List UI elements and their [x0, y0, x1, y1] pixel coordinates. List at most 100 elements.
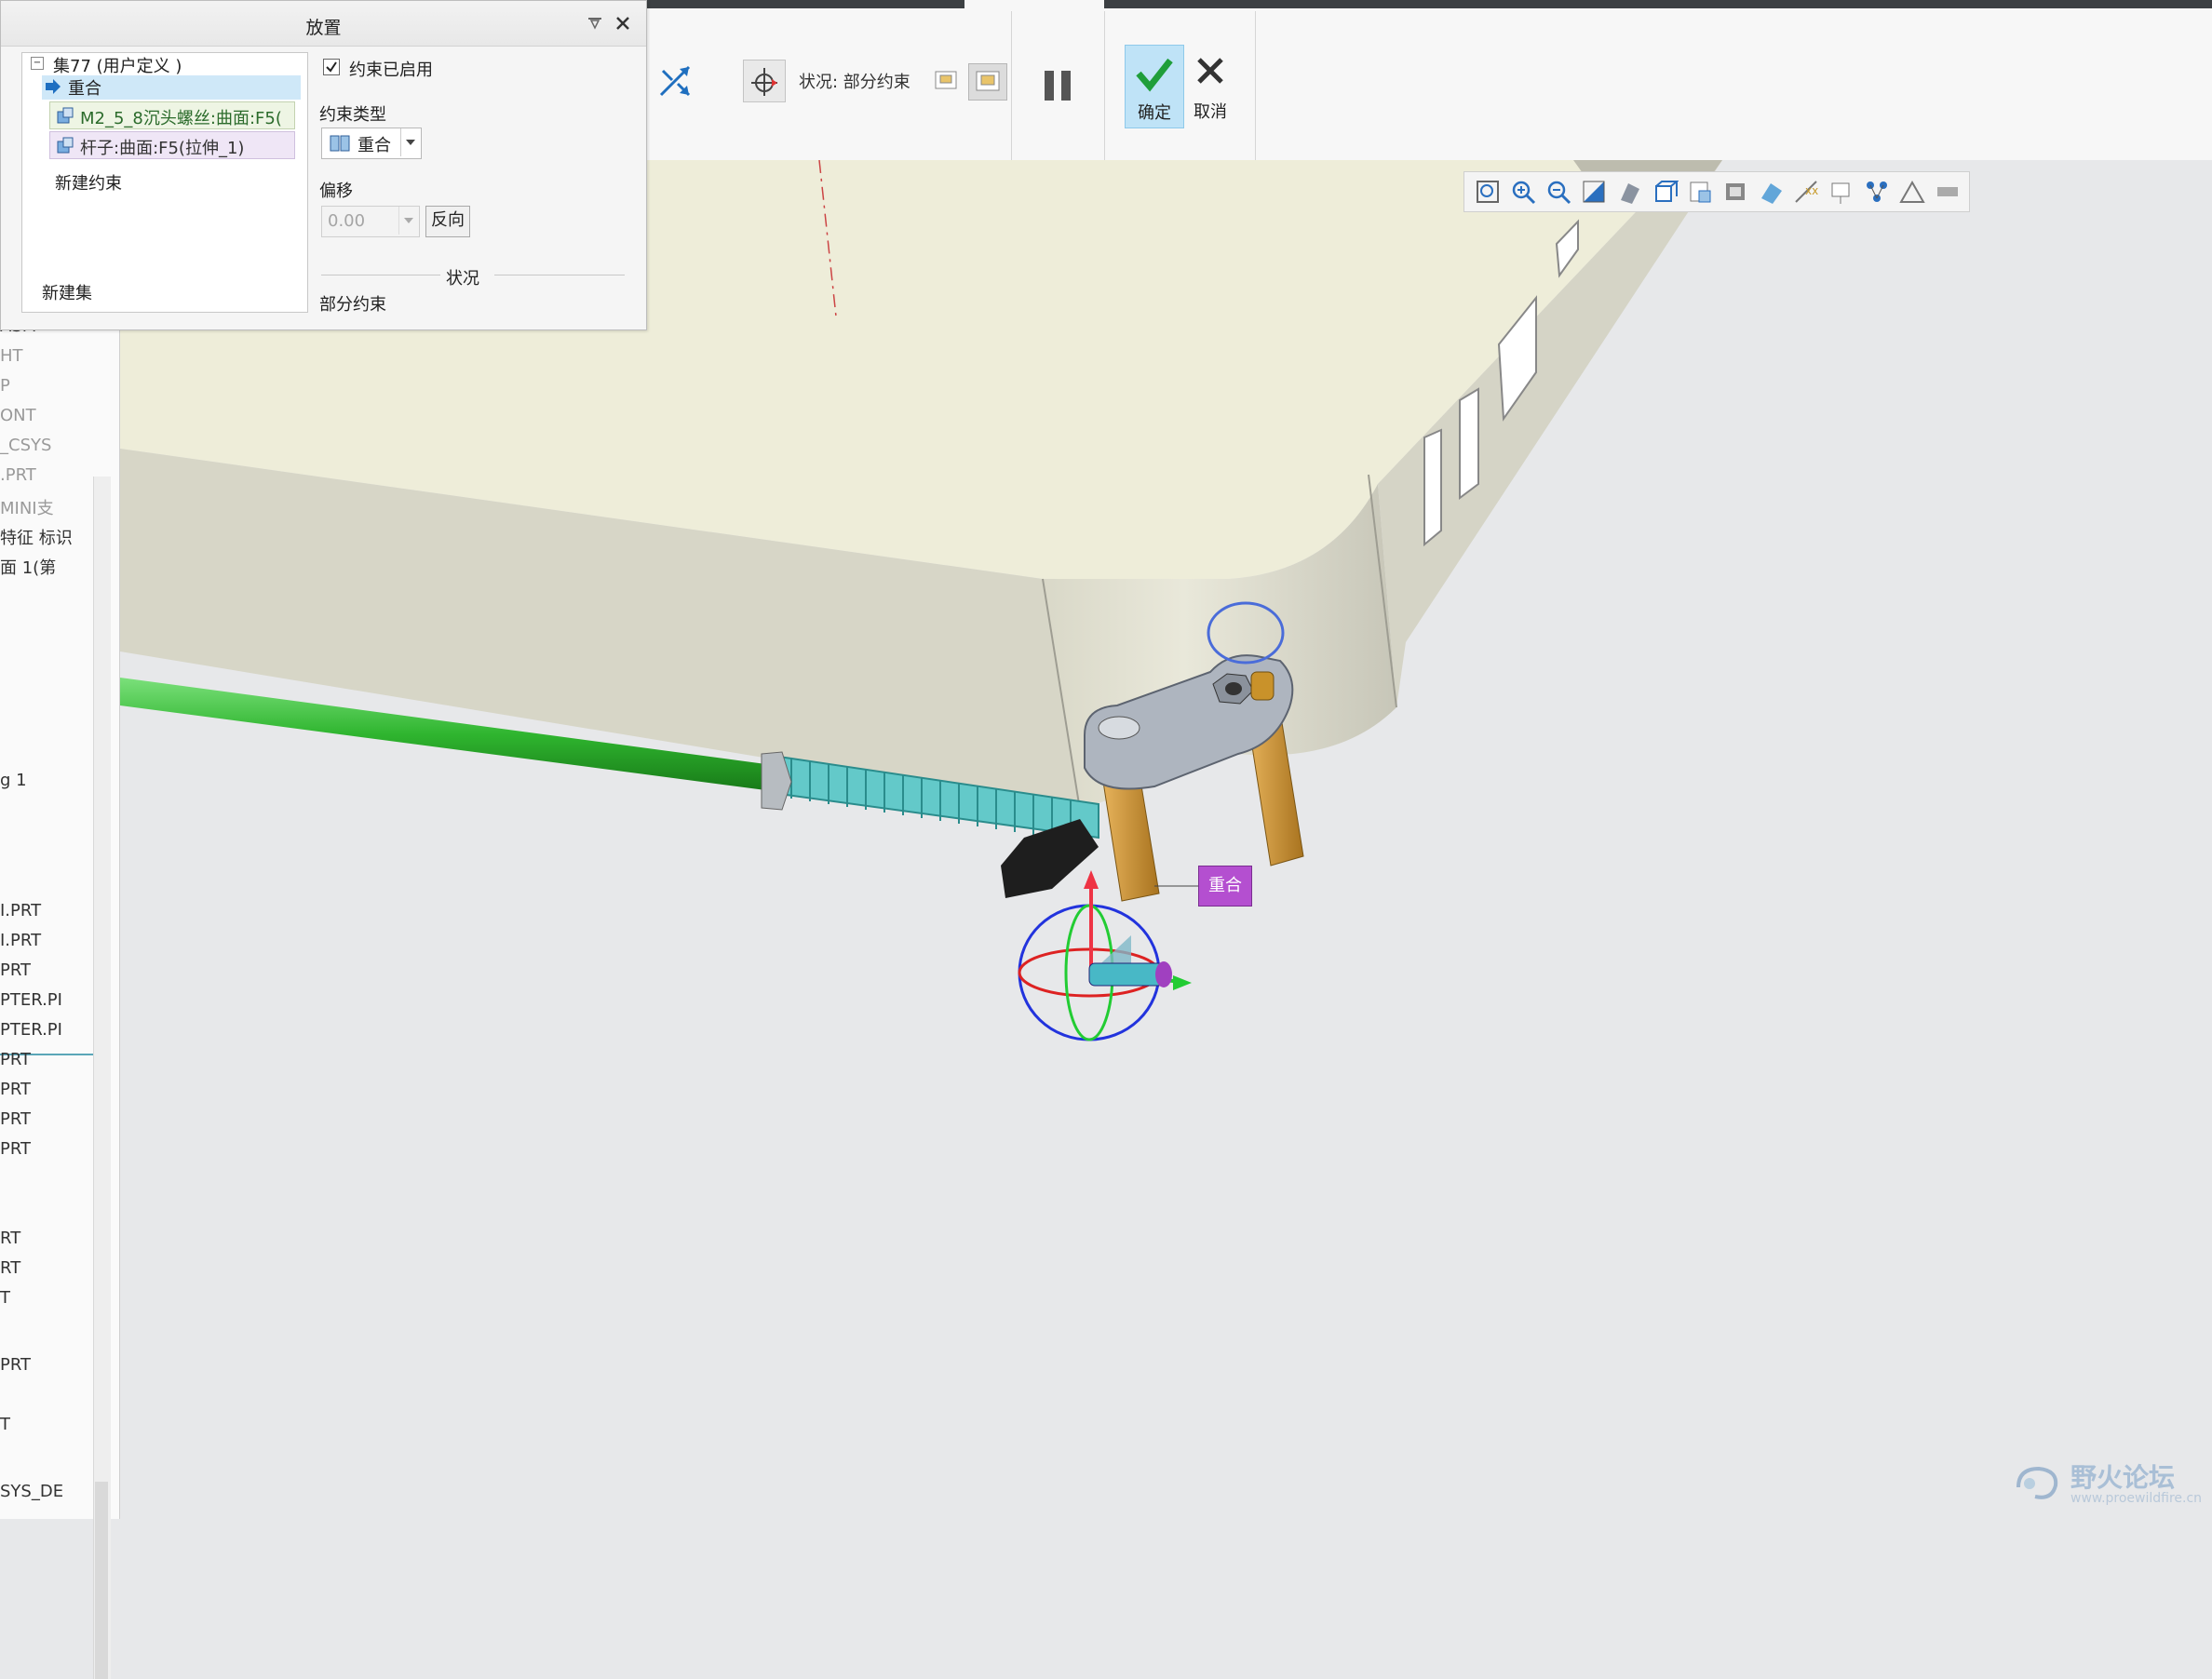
tree-item[interactable]: I.PRT — [0, 901, 41, 920]
dialog-titlebar[interactable]: 放置 — [1, 1, 646, 47]
reference-component-text: M2_5_8沉头螺丝:曲面:F5( — [80, 109, 282, 128]
constraint-type-select[interactable]: 重合 — [321, 128, 422, 159]
chevron-down-icon[interactable] — [398, 207, 418, 235]
status-value: 部分约束 — [319, 295, 386, 315]
close-icon[interactable] — [614, 14, 632, 33]
tree-item[interactable]: MINI支 — [0, 495, 54, 519]
tree-item[interactable]: .PRT — [0, 465, 36, 485]
zoom-out-icon[interactable] — [1544, 178, 1572, 206]
tree-item[interactable]: PRT — [0, 1139, 31, 1159]
checkmark-icon — [326, 61, 337, 73]
tree-item[interactable]: RT — [0, 1229, 20, 1248]
tree-item[interactable]: HT — [0, 346, 23, 366]
pause-icon[interactable] — [1039, 67, 1076, 104]
new-set-link[interactable]: 新建集 — [42, 280, 92, 304]
refit-icon[interactable] — [1474, 178, 1502, 206]
graphics-viewport[interactable]: xx 重合 野火论坛 www.proewildfire.cn — [120, 160, 2212, 1519]
constraint-label-tag: 重合 — [1198, 866, 1252, 907]
ribbon-separator — [1104, 11, 1105, 160]
assembly-model — [120, 160, 1722, 1041]
view-manager-icon[interactable] — [1686, 178, 1714, 206]
tree-item[interactable]: g 1 — [0, 771, 27, 790]
dialog-title: 放置 — [305, 18, 342, 38]
tree-item[interactable]: PRT — [0, 1355, 31, 1375]
saved-orientations-icon[interactable] — [1651, 178, 1679, 206]
tree-item[interactable]: PRT — [0, 1050, 31, 1069]
status-text: 状况: 部分约束 — [799, 73, 910, 92]
tree-scrollbar-thumb[interactable] — [95, 1482, 108, 1679]
tree-item[interactable]: PTER.PI — [0, 990, 62, 1010]
new-constraint-link[interactable]: 新建约束 — [55, 170, 122, 195]
screw-head — [1098, 716, 1140, 740]
tree-item[interactable]: PTER.PI — [0, 1020, 62, 1040]
forum-logo-icon — [2016, 1466, 2058, 1499]
tree-item[interactable]: T — [0, 1288, 10, 1308]
placement-dialog: 放置 − 集77 (用户定义 ) 重合 M2_5_8沉头螺丝:曲面:F5( 杆子… — [0, 0, 647, 330]
tree-item[interactable]: T — [0, 1415, 10, 1434]
arrow-right-icon — [44, 77, 62, 96]
tree-item[interactable]: _CSYS — [0, 436, 51, 455]
panel-slot — [1423, 428, 1442, 547]
coincident-icon — [330, 134, 350, 153]
watermark-title: 野火论坛 — [2070, 1462, 2176, 1493]
3d-dragger — [1018, 870, 1192, 1041]
tree-item[interactable]: ONT — [0, 406, 36, 425]
display-style-icon[interactable] — [1615, 178, 1643, 206]
ribbon-separator — [1011, 11, 1012, 160]
tree-item[interactable]: I.PRT — [0, 931, 41, 950]
annotation-display-icon[interactable] — [1828, 178, 1855, 206]
view-toolbar: xx — [1463, 171, 1970, 212]
assembly-window-icon[interactable] — [968, 63, 1007, 101]
pin-icon[interactable] — [586, 14, 604, 33]
cancel-button[interactable]: 取消 — [1188, 45, 1233, 127]
checkmark-icon — [1136, 58, 1173, 92]
zoom-in-icon[interactable] — [1509, 178, 1537, 206]
part-icon — [56, 106, 74, 125]
tree-item[interactable]: 面 1(第 — [0, 555, 56, 579]
status-header: 状况 — [446, 269, 479, 289]
datum-display-icon[interactable]: xx — [1792, 178, 1820, 206]
tree-item[interactable]: 特征 标识 — [0, 525, 73, 549]
constraint-enabled-checkbox[interactable] — [323, 59, 340, 75]
flip-button[interactable]: 反向 — [425, 206, 470, 237]
point-display-icon[interactable] — [1898, 178, 1926, 206]
svg-text:xx: xx — [1805, 184, 1818, 197]
offset-value: 0.00 — [328, 211, 366, 231]
offset-label: 偏移 — [319, 181, 353, 201]
set-label[interactable]: 集77 (用户定义 ) — [53, 53, 182, 77]
panel-slot — [1459, 387, 1479, 500]
brass-pin — [1250, 671, 1275, 701]
ok-button[interactable]: 确定 — [1125, 45, 1184, 128]
tree-item[interactable]: PRT — [0, 1080, 31, 1099]
ribbon-separator — [1255, 11, 1256, 160]
constraint-type-value: 重合 — [357, 136, 391, 155]
tree-item[interactable]: RT — [0, 1258, 20, 1278]
constraint-type-label: 约束类型 — [319, 105, 386, 125]
tree-item[interactable]: SYS_DE — [0, 1482, 63, 1501]
cancel-button-label: 取消 — [1194, 102, 1227, 122]
separate-window-icon[interactable] — [933, 67, 963, 95]
chevron-down-icon[interactable] — [400, 128, 420, 156]
offset-input[interactable]: 0.00 — [321, 206, 420, 237]
watermark: 野火论坛 www.proewildfire.cn — [2011, 1452, 2206, 1513]
tree-item[interactable]: PRT — [0, 1109, 31, 1129]
resize-arrow-icon[interactable] — [652, 58, 698, 104]
tree-item[interactable]: PRT — [0, 960, 31, 980]
watermark-url: www.proewildfire.cn — [2070, 1491, 2203, 1506]
model-tree-rows: ASMHTPONT_CSYS.PRTMINI支特征 标识面 1(第g 1I.PR… — [0, 316, 93, 1508]
spin-center-icon[interactable] — [1863, 178, 1891, 206]
part-icon — [56, 136, 74, 154]
tree-item[interactable]: P — [0, 376, 10, 396]
reference-assembly[interactable]: 杆子:曲面:F5(拉伸_1) — [49, 131, 295, 159]
move-component-icon[interactable] — [743, 60, 786, 102]
brass-post — [1102, 779, 1160, 902]
active-ribbon-tab[interactable] — [964, 0, 1104, 8]
section-icon[interactable] — [1757, 178, 1785, 206]
repaint-icon[interactable] — [1580, 178, 1608, 206]
reference-component[interactable]: M2_5_8沉头螺丝:曲面:F5( — [49, 101, 295, 129]
collapse-toggle-icon[interactable]: − — [31, 57, 44, 70]
x-icon — [1197, 58, 1223, 84]
reference-assembly-text: 杆子:曲面:F5(拉伸_1) — [80, 139, 245, 158]
csys-display-icon[interactable] — [1934, 178, 1962, 206]
perspective-icon[interactable] — [1721, 178, 1749, 206]
